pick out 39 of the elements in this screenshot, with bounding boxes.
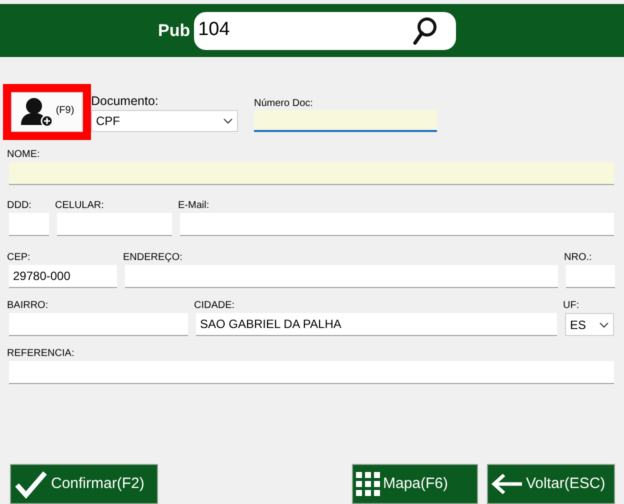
map-button[interactable]: Mapa(F6) — [352, 464, 478, 504]
text-field[interactable] — [9, 213, 49, 236]
chevron-down-icon — [223, 118, 233, 124]
field-label: BAIRRO: — [7, 299, 50, 313]
pub-label: Pub — [158, 20, 190, 42]
field-label: CEP: — [7, 251, 32, 265]
chevron-down-icon — [599, 322, 609, 328]
field-label: NOME: — [7, 148, 41, 162]
field-label: REFERENCIA: — [7, 347, 76, 361]
document-label: Documento: — [91, 93, 160, 110]
checkmark-icon — [14, 469, 48, 499]
confirm-button[interactable]: Confirmar(F2) — [10, 464, 158, 504]
text-field[interactable] — [566, 265, 615, 288]
document-select[interactable]: CPF — [91, 110, 238, 132]
search-field[interactable]: 104 — [194, 12, 456, 50]
text-field[interactable]: 29780-000 — [9, 265, 117, 288]
field-label: UF: — [563, 299, 580, 313]
text-field[interactable] — [180, 213, 614, 236]
add-person-icon — [20, 97, 54, 127]
document-number-label: Número Doc: — [254, 97, 314, 110]
back-button[interactable]: Voltar(ESC) — [487, 464, 615, 504]
field-label: E-Mail: — [178, 199, 210, 213]
field-label: CIDADE: — [194, 299, 236, 313]
text-field[interactable] — [9, 361, 614, 384]
state-select[interactable]: ES — [565, 313, 614, 336]
field-label: ENDEREÇO: — [123, 251, 184, 265]
grid-icon — [356, 472, 380, 496]
field-label: NRO.: — [564, 251, 593, 265]
document-number-field[interactable] — [254, 110, 437, 132]
arrow-left-icon — [491, 473, 523, 495]
text-field[interactable] — [125, 265, 558, 288]
add-client-button[interactable]: (F9) — [11, 92, 83, 132]
text-field[interactable] — [9, 162, 614, 185]
search-icon[interactable] — [412, 16, 438, 44]
text-field[interactable] — [9, 313, 188, 336]
text-field[interactable]: SAO GABRIEL DA PALHA — [196, 313, 557, 336]
field-label: CELULAR: — [55, 199, 105, 213]
field-label: DDD: — [7, 199, 32, 213]
text-field[interactable] — [57, 213, 172, 236]
